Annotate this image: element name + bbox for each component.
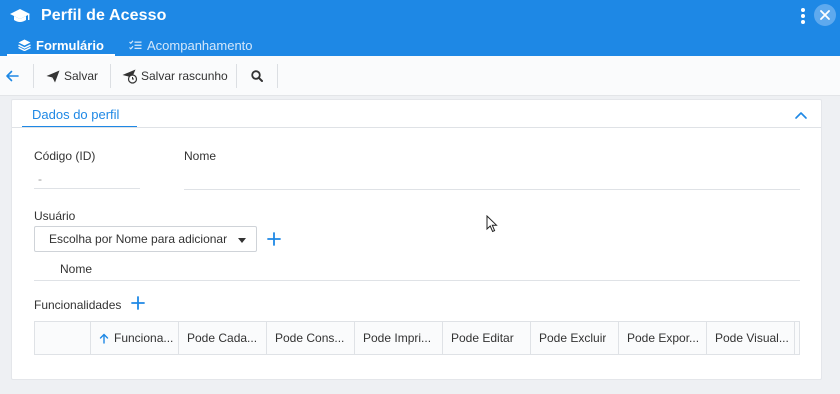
- column-label: Pode Expor...: [627, 331, 700, 345]
- layers-icon: [18, 39, 31, 51]
- send-clock-icon: [122, 69, 138, 84]
- back-button[interactable]: [5, 56, 23, 96]
- send-icon: [46, 70, 60, 82]
- codigo-value: -: [38, 172, 42, 186]
- save-draft-button[interactable]: Salvar rascunho: [122, 56, 228, 96]
- column-header-pode-cadastrar[interactable]: Pode Cada...: [179, 322, 267, 354]
- toolbar-divider: [277, 64, 278, 88]
- app-title: Perfil de Acesso: [41, 7, 167, 24]
- search-button[interactable]: [251, 56, 263, 96]
- column-label: Pode Excluir: [539, 331, 607, 345]
- column-label: Pode Cons...: [275, 331, 345, 345]
- caret-down-icon: [238, 238, 246, 243]
- codigo-underline: [34, 188, 140, 189]
- close-icon: [820, 10, 830, 20]
- sort-ascending-icon: [99, 333, 109, 344]
- search-icon: [251, 70, 263, 82]
- column-header-pode-editar[interactable]: Pode Editar: [443, 322, 531, 354]
- section-divider: [12, 127, 821, 128]
- add-usuario-plus-icon[interactable]: [267, 232, 281, 246]
- tab-acompanhamento[interactable]: Acompanhamento: [129, 34, 253, 56]
- mouse-cursor-icon: [486, 215, 498, 233]
- select-column-header[interactable]: [35, 322, 91, 354]
- toolbar-divider: [110, 64, 111, 88]
- column-header-pode-imprimir[interactable]: Pode Impri...: [355, 322, 443, 354]
- toolbar-divider: [236, 64, 237, 88]
- column-header-funcionalidade[interactable]: Funciona...: [91, 322, 179, 354]
- tab-formulario[interactable]: Formulário: [7, 34, 115, 56]
- add-funcionalidade-plus-icon[interactable]: [131, 296, 145, 310]
- column-header-pode-exportar[interactable]: Pode Expor...: [619, 322, 707, 354]
- nome-field[interactable]: [184, 166, 800, 190]
- toolbar: Salvar Salvar rascunho: [0, 56, 840, 96]
- toolbar-divider: [33, 64, 34, 88]
- save-button[interactable]: Salvar: [46, 56, 98, 96]
- profile-section-card: Dados do perfil Código (ID) - Nome Usuár…: [11, 99, 822, 380]
- column-label: Funciona...: [114, 331, 174, 345]
- codigo-label: Código (ID): [34, 149, 96, 163]
- column-label: Pode Visual...: [715, 331, 789, 345]
- save-button-label: Salvar: [64, 69, 99, 83]
- usuario-list-header: Nome: [60, 262, 93, 276]
- funcionalidades-table-header: Funciona... Pode Cada... Pode Cons... Po…: [34, 321, 800, 355]
- nome-label: Nome: [184, 149, 217, 163]
- column-label: Pode Impri...: [363, 331, 432, 345]
- tab-formulario-label: Formulário: [36, 37, 104, 53]
- column-header-pode-excluir[interactable]: Pode Excluir: [531, 322, 619, 354]
- tab-acompanhamento-label: Acompanhamento: [147, 37, 253, 53]
- chevron-up-icon[interactable]: [794, 110, 808, 120]
- usuario-select[interactable]: Escolha por Nome para adicionar: [34, 226, 257, 252]
- column-header-pode-visualizar[interactable]: Pode Visual...: [707, 322, 795, 354]
- column-header-pode-consultar[interactable]: Pode Cons...: [267, 322, 355, 354]
- column-label: Pode Cada...: [187, 331, 258, 345]
- usuario-select-value: Escolha por Nome para adicionar: [49, 232, 228, 246]
- section-title[interactable]: Dados do perfil: [17, 100, 137, 128]
- funcionalidades-label: Funcionalidades: [34, 298, 122, 312]
- close-button[interactable]: [814, 4, 836, 26]
- app-header: Perfil de Acesso Formulário Acompanhamen…: [0, 0, 840, 56]
- graduation-cap-icon: [10, 9, 30, 22]
- column-label: Pode Editar: [451, 331, 514, 345]
- arrow-left-icon: [6, 70, 19, 82]
- more-options-icon[interactable]: [797, 6, 809, 26]
- usuario-label: Usuário: [34, 209, 76, 223]
- usuario-list-divider: [34, 280, 800, 281]
- save-draft-label: Salvar rascunho: [141, 69, 228, 83]
- list-check-icon: [129, 39, 142, 50]
